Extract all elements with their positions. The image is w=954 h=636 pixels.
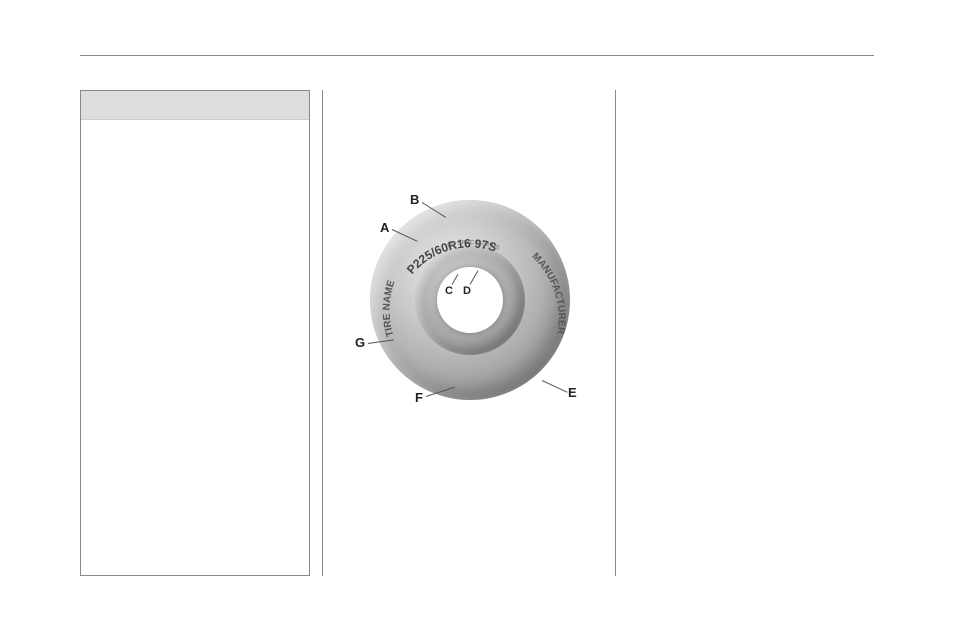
info-box-body [81, 120, 309, 575]
callout-E: E [568, 385, 577, 400]
column-2: P225/60R16 97S PC SPEC 1108 MS TIRE NAME… [335, 90, 605, 576]
callout-B: B [410, 192, 419, 207]
info-box [80, 90, 310, 576]
callout-C: C [445, 285, 453, 297]
leader-E [542, 380, 568, 393]
callout-D: D [463, 285, 471, 297]
callout-F: F [415, 390, 423, 405]
callout-A: A [380, 220, 389, 235]
column-3 [625, 90, 865, 576]
tire-sidewall-diagram: P225/60R16 97S PC SPEC 1108 MS TIRE NAME… [360, 190, 580, 410]
top-rule [80, 55, 874, 56]
info-box-header [81, 91, 309, 120]
column-divider-1 [322, 90, 323, 576]
tire-center-hole [437, 267, 503, 333]
column-divider-2 [615, 90, 616, 576]
callout-G: G [355, 335, 365, 350]
column-1 [80, 90, 310, 576]
